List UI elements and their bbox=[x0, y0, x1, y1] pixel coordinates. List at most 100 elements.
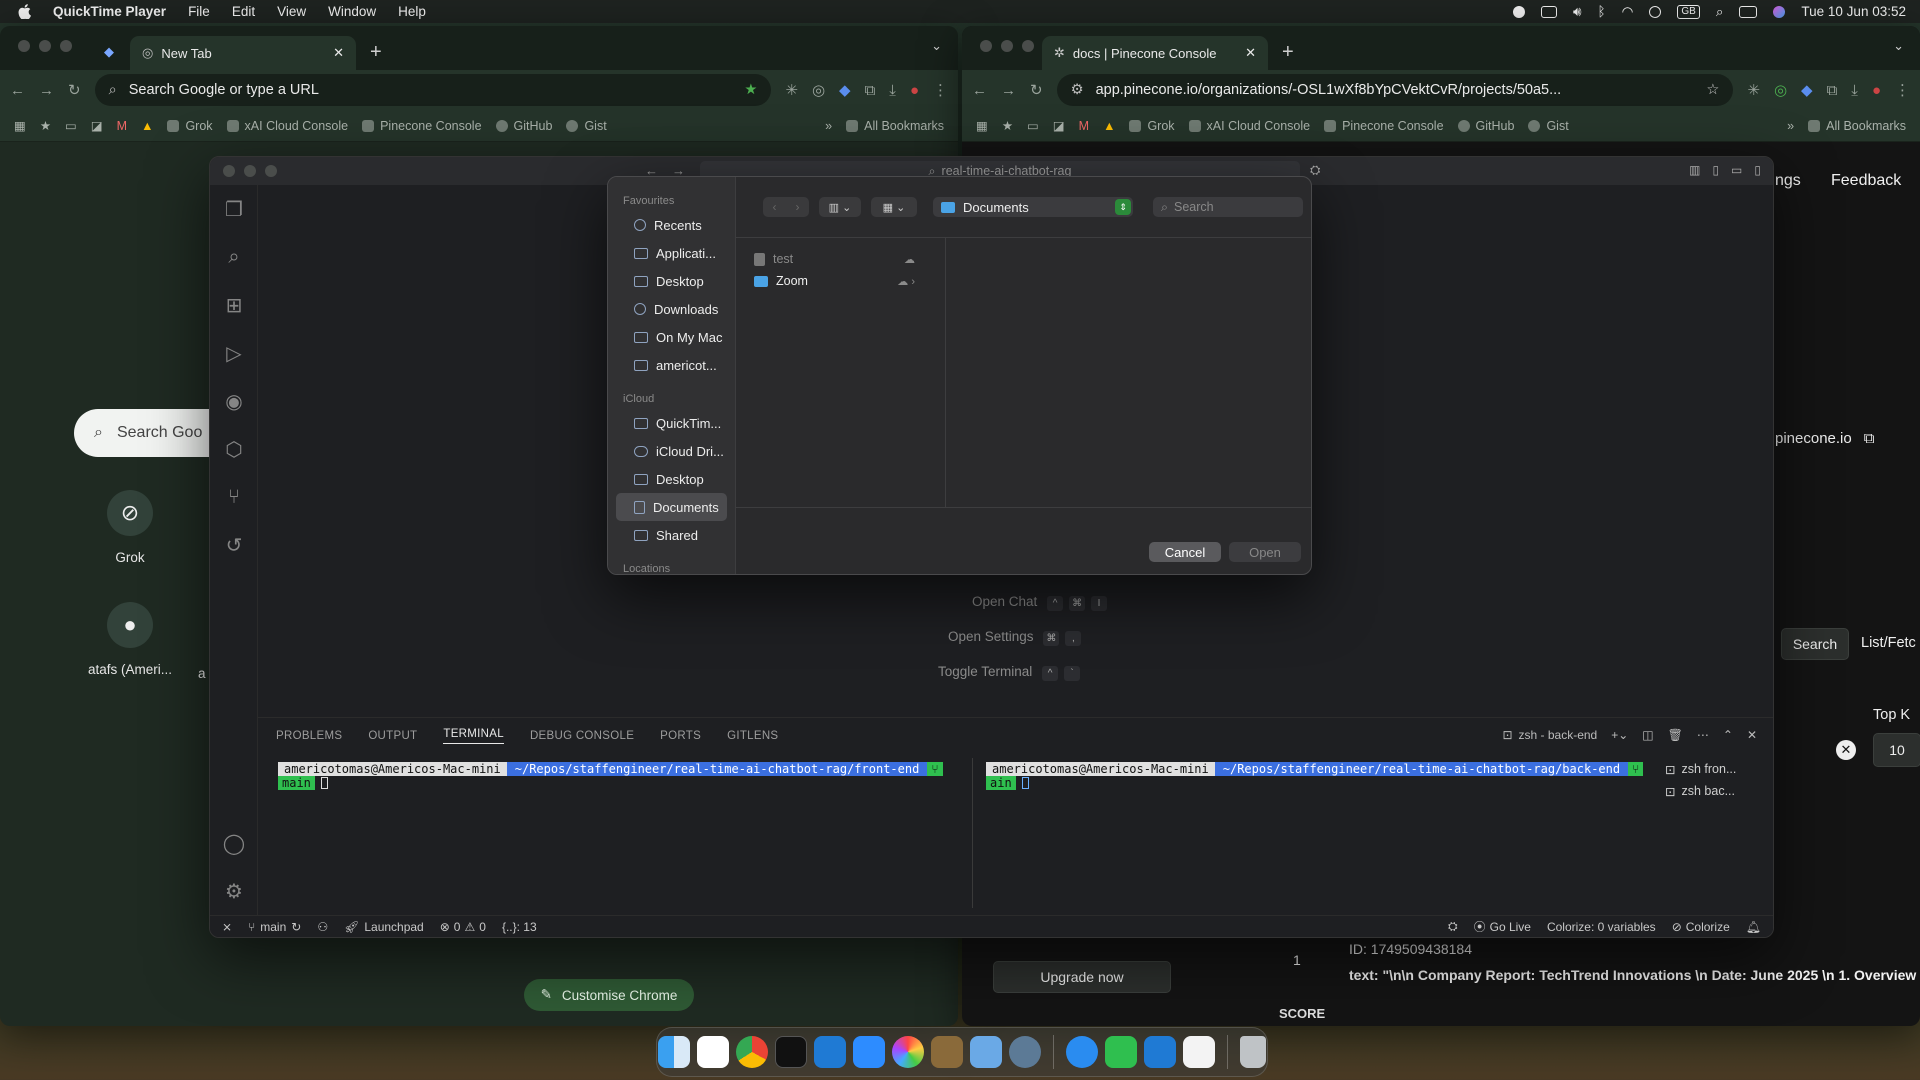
shortcut-grok[interactable]: ⊘ Grok bbox=[75, 490, 185, 565]
menu-help[interactable]: Help bbox=[398, 4, 426, 19]
extension-icon[interactable]: ✳ bbox=[1747, 81, 1760, 99]
clock[interactable]: Tue 10 Jun 03:52 bbox=[1801, 4, 1906, 19]
forward-icon[interactable]: → bbox=[39, 82, 54, 99]
tab-gitlens[interactable]: GITLENS bbox=[727, 730, 778, 742]
chrome-icon[interactable] bbox=[736, 1036, 768, 1068]
source-control-graph-icon[interactable]: ⚇ bbox=[317, 920, 328, 934]
launchpad-status[interactable]: 🚀︎ Launchpad bbox=[344, 920, 424, 934]
group-view-button[interactable]: ▦ ⌄ bbox=[871, 197, 917, 217]
hint-open-chat[interactable]: Open Chat ^ ⌘ I bbox=[972, 594, 1108, 611]
finder-icon[interactable] bbox=[658, 1036, 690, 1068]
more-bookmarks-icon[interactable]: » bbox=[825, 119, 832, 133]
copy-icon[interactable]: ⧉ bbox=[1864, 430, 1875, 447]
back-icon[interactable]: ‹ bbox=[773, 200, 777, 214]
apps-icon[interactable]: ▦ bbox=[14, 118, 26, 133]
close-panel-icon[interactable]: ✕ bbox=[1747, 728, 1757, 742]
sidebar-item-icloud-drive[interactable]: iCloud Dri... bbox=[616, 437, 727, 465]
tab-search-icon[interactable]: ⌄ bbox=[931, 38, 942, 54]
folder-icon[interactable]: ▭ bbox=[1027, 118, 1039, 133]
sidebar-item-quicktime[interactable]: QuickTim... bbox=[616, 409, 727, 437]
terminal-prompt-front[interactable]: americotomas@Americos-Mac-mini ~/Repos/s… bbox=[278, 762, 943, 776]
bookmark-xai[interactable]: xAI Cloud Console bbox=[1188, 119, 1310, 133]
gmail-icon[interactable]: M bbox=[117, 119, 127, 133]
bookmark-icon[interactable]: ◪ bbox=[1053, 118, 1065, 133]
copilot-status-icon[interactable]: ⛭ bbox=[1448, 919, 1458, 934]
terminal-list-item[interactable]: ⊡ zsh bac... bbox=[1665, 780, 1765, 802]
extension-icon[interactable]: ✳ bbox=[785, 81, 798, 99]
new-tab-button[interactable]: + bbox=[370, 41, 382, 64]
hint-toggle-terminal[interactable]: Toggle Terminal ^ ` bbox=[938, 664, 1081, 681]
column-view-button[interactable]: ▥ ⌄ bbox=[819, 197, 861, 217]
kill-terminal-icon[interactable]: 🗑︎ bbox=[1668, 728, 1683, 742]
feedback-link[interactable]: Feedback bbox=[1831, 172, 1901, 190]
dialog-search-field[interactable]: ⌕ Search bbox=[1153, 197, 1303, 217]
search-icon[interactable]: ⌕ bbox=[210, 233, 258, 281]
tab-terminal[interactable]: TERMINAL bbox=[443, 728, 504, 744]
more-icon[interactable]: ⋯ bbox=[1697, 728, 1709, 742]
file-row[interactable]: test ☁ bbox=[736, 248, 945, 270]
branch-status[interactable]: ⑂ main ↻ bbox=[248, 920, 301, 934]
sidebar-item-home[interactable]: americot... bbox=[616, 351, 727, 379]
control-center-icon[interactable] bbox=[1739, 5, 1758, 18]
tab-pinecone[interactable]: ✲ docs | Pinecone Console ✕ bbox=[1042, 36, 1268, 70]
safari-icon[interactable] bbox=[1066, 1036, 1098, 1068]
numbers-icon[interactable] bbox=[1105, 1036, 1137, 1068]
colorize-button[interactable]: ⊘ Colorize bbox=[1672, 920, 1730, 934]
bookmark-icon[interactable]: ◪ bbox=[91, 118, 103, 133]
terminal-icon[interactable] bbox=[775, 1036, 807, 1068]
puzzle-icon[interactable]: ⧉ bbox=[1827, 82, 1838, 99]
bookmark-grok[interactable]: Grok bbox=[167, 119, 213, 133]
colorize-variables-status[interactable]: Colorize: 0 variables bbox=[1547, 920, 1656, 934]
close-button[interactable] bbox=[980, 40, 992, 52]
apple-icon[interactable] bbox=[18, 4, 31, 19]
shortcut-partial[interactable]: a bbox=[198, 666, 206, 681]
sidebar-item-applications[interactable]: Applicati... bbox=[616, 239, 727, 267]
input-source-badge[interactable]: GB bbox=[1677, 4, 1700, 19]
reload-icon[interactable]: ↻ bbox=[1030, 81, 1043, 99]
braces-status[interactable]: {..}: 13 bbox=[502, 920, 537, 934]
clear-icon[interactable]: ✕ bbox=[1836, 740, 1856, 760]
volume-icon[interactable]: 🔊︎ bbox=[1573, 4, 1582, 20]
sidebar-item-downloads[interactable]: Downloads bbox=[616, 295, 727, 323]
menu-view[interactable]: View bbox=[277, 4, 306, 19]
layout-icon[interactable]: ▥ bbox=[1689, 163, 1700, 177]
maximize-panel-icon[interactable]: ⌃ bbox=[1723, 728, 1733, 742]
run-debug-icon[interactable]: ▷ bbox=[210, 329, 258, 377]
puzzle-icon[interactable]: ⧉ bbox=[865, 82, 876, 99]
sidebar-item-documents[interactable]: Documents bbox=[616, 493, 727, 521]
star-icon[interactable]: ★ bbox=[40, 118, 51, 133]
profile-icon[interactable]: ● bbox=[910, 82, 919, 99]
star-icon[interactable]: ★ bbox=[1002, 118, 1013, 133]
forward-icon[interactable]: → bbox=[1001, 82, 1016, 99]
all-bookmarks[interactable]: All Bookmarks bbox=[846, 119, 944, 133]
zoom-button[interactable] bbox=[60, 40, 72, 52]
copilot-icon[interactable]: ⛭ bbox=[1310, 162, 1320, 178]
split-terminal-icon[interactable]: ◫ bbox=[1642, 728, 1653, 742]
nav-settings-partial[interactable]: ngs bbox=[1775, 172, 1801, 190]
minimize-button[interactable] bbox=[1001, 40, 1013, 52]
wifi-icon[interactable]: ◠ bbox=[1622, 4, 1634, 20]
source-control-icon[interactable]: ⑂ bbox=[210, 473, 258, 521]
app-name[interactable]: QuickTime Player bbox=[53, 4, 166, 19]
close-button[interactable] bbox=[223, 165, 235, 177]
menu-icon[interactable]: ⋮ bbox=[933, 81, 948, 99]
back-icon[interactable]: ← bbox=[10, 82, 25, 99]
extensions-icon[interactable]: ⊞ bbox=[210, 281, 258, 329]
new-tab-button[interactable]: + bbox=[1282, 41, 1294, 64]
tab-ports[interactable]: PORTS bbox=[660, 730, 701, 742]
profile-icon[interactable]: ● bbox=[1872, 82, 1881, 99]
upgrade-now-button[interactable]: Upgrade now bbox=[993, 961, 1171, 993]
download-icon[interactable]: ⤓ bbox=[889, 82, 896, 99]
bookmark-xai[interactable]: xAI Cloud Console bbox=[226, 119, 348, 133]
more-bookmarks-icon[interactable]: » bbox=[1787, 119, 1794, 133]
top-k-input[interactable]: 10 bbox=[1873, 733, 1920, 767]
back-icon[interactable]: ← bbox=[972, 82, 987, 99]
tab-new-tab[interactable]: ◎ New Tab ✕ bbox=[130, 36, 356, 70]
trash-icon[interactable] bbox=[1240, 1036, 1266, 1068]
remote-icon[interactable]: ⨯ bbox=[222, 920, 232, 934]
slack-icon[interactable] bbox=[697, 1036, 729, 1068]
hint-open-settings[interactable]: Open Settings ⌘, bbox=[948, 629, 1082, 646]
customise-chrome-button[interactable]: ✎ Customise Chrome bbox=[524, 979, 694, 1011]
download-icon[interactable]: ⤓ bbox=[1851, 82, 1858, 99]
window-manager-icon[interactable] bbox=[1540, 5, 1557, 18]
